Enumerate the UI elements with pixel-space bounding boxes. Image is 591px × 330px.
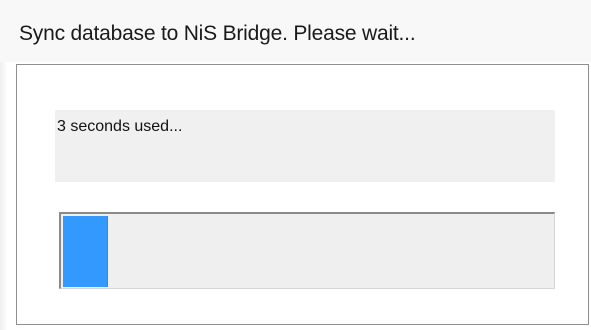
progress-fill <box>63 216 109 287</box>
progress-track <box>63 216 553 287</box>
sync-progress-bar <box>59 212 555 289</box>
status-panel: 3 seconds used... <box>55 110 555 182</box>
dialog-title-bar[interactable]: Sync database to NiS Bridge. Please wait… <box>0 0 591 62</box>
window-edge <box>0 62 6 330</box>
elapsed-time-label: 3 seconds used... <box>57 118 183 135</box>
dialog-title: Sync database to NiS Bridge. Please wait… <box>19 22 416 45</box>
